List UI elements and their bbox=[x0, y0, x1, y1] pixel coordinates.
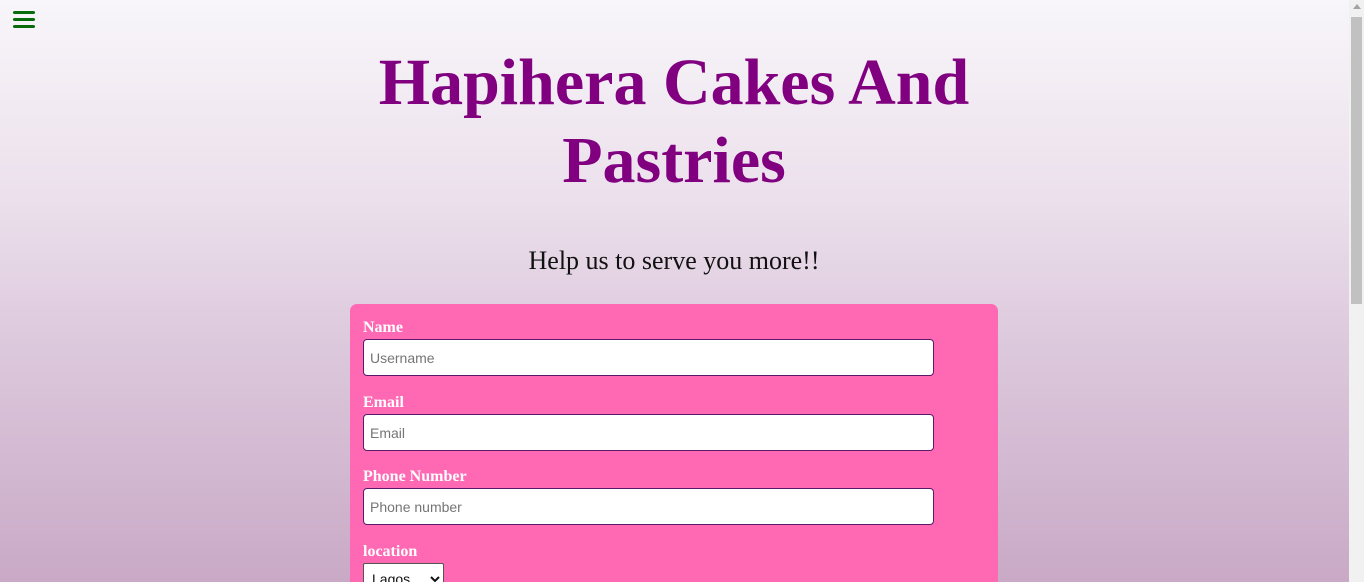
vertical-scrollbar[interactable] bbox=[1349, 0, 1364, 582]
scrollbar-thumb[interactable] bbox=[1351, 17, 1362, 304]
hamburger-menu-icon[interactable] bbox=[13, 11, 35, 29]
phone-input[interactable] bbox=[363, 488, 934, 525]
scroll-up-arrow-icon[interactable] bbox=[1353, 4, 1361, 9]
phone-label: Phone Number bbox=[363, 468, 467, 485]
menu-bar bbox=[13, 11, 35, 14]
name-input[interactable] bbox=[363, 339, 934, 376]
menu-bar bbox=[13, 25, 35, 28]
email-label: Email bbox=[363, 394, 404, 411]
email-input[interactable] bbox=[363, 414, 934, 451]
menu-bar bbox=[13, 18, 35, 21]
location-label: location bbox=[363, 543, 418, 560]
name-label: Name bbox=[363, 319, 403, 336]
page-subtitle: Help us to serve you more!! bbox=[528, 246, 820, 275]
page-title: Hapihera Cakes And Pastries bbox=[378, 46, 970, 197]
location-select[interactable]: Lagos bbox=[363, 563, 444, 582]
contact-form: Name Email Phone Number location Lagos bbox=[350, 304, 998, 582]
